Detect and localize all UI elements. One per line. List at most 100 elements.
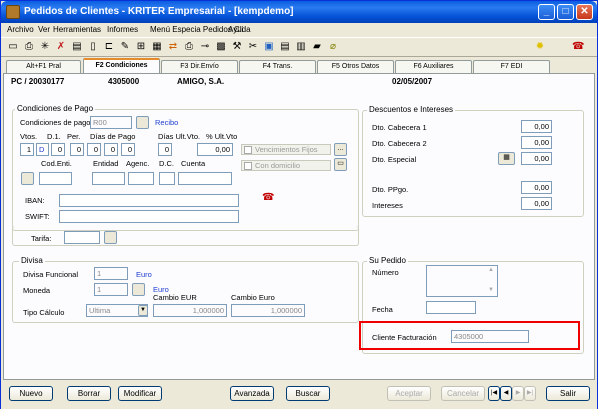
venc-fijos-label: Vencimientos Fijos (255, 145, 318, 154)
bracket-icon[interactable]: ⊏ (103, 41, 115, 53)
delete-icon[interactable]: ✗ (55, 41, 67, 53)
dto-ppgo-field[interactable]: 0,00 (521, 181, 552, 194)
tab-auxiliares[interactable]: F6 Auxiliares (395, 60, 472, 73)
cambio-euro-label: Cambio Euro (231, 293, 275, 302)
dto-cab1-field[interactable]: 0,00 (521, 120, 552, 133)
cond-pago-search-button[interactable] (136, 116, 149, 129)
attach-icon[interactable]: ⌀ (327, 41, 339, 53)
tab-trans[interactable]: F4 Trans. (239, 60, 316, 73)
calendar-icon[interactable]: ▦ (151, 41, 163, 53)
per-field[interactable]: 0 (51, 143, 65, 156)
dias-ult-field[interactable]: 0 (158, 143, 172, 156)
phone-icon[interactable]: ☎ (262, 192, 274, 204)
cuenta-field[interactable] (178, 172, 232, 185)
tree-icon[interactable]: ⊞ (135, 41, 147, 53)
vtos-field[interactable]: 1 (20, 143, 34, 156)
nav-first-button[interactable]: |◀ (488, 386, 500, 401)
iban-field[interactable] (59, 194, 239, 207)
printer-icon[interactable]: ⎙ (183, 41, 195, 53)
sparkle-icon[interactable]: ✳ (39, 41, 51, 53)
divisa-funcional-field[interactable]: 1 (94, 267, 128, 280)
dto-cab2-field[interactable]: 0,00 (521, 136, 552, 149)
paste-icon[interactable]: ▣ (263, 41, 275, 53)
dias-pago-1[interactable]: 0 (70, 143, 84, 156)
aceptar-button[interactable]: Aceptar (387, 386, 431, 401)
cod-enti-field[interactable] (39, 172, 72, 185)
dias-pago-3[interactable]: 0 (104, 143, 118, 156)
maximize-button[interactable]: □ (557, 4, 574, 20)
con-domicilio-checkbox[interactable]: Con domicilio (241, 160, 331, 171)
menu-herramientas[interactable]: Herramientas (53, 25, 101, 34)
agencia-field[interactable] (128, 172, 154, 185)
cambio-euro-field[interactable]: 1,000000 (231, 304, 305, 317)
preview-icon[interactable]: ▭ (7, 41, 19, 53)
dias-pago-2[interactable]: 0 (87, 143, 101, 156)
fecha-field[interactable] (426, 301, 476, 314)
nuevo-button[interactable]: Nuevo (9, 386, 53, 401)
chevron-down-icon[interactable]: ▼ (138, 305, 148, 316)
moneda-search-button[interactable] (132, 283, 145, 296)
order-date: 02/05/2007 (392, 77, 433, 86)
avanzada-button[interactable]: Avanzada (230, 386, 274, 401)
edit-icon[interactable]: ✎ (119, 41, 131, 53)
menu-informes[interactable]: Informes (107, 25, 138, 34)
dto-especial-field[interactable]: 0,00 (521, 152, 552, 165)
scroll-down-icon[interactable]: ▼ (488, 287, 494, 293)
nav-last-button[interactable]: ▶| (524, 386, 536, 401)
tarifa-search-button[interactable] (104, 231, 117, 244)
exit-icon[interactable]: ☎ (572, 41, 584, 53)
close-button[interactable]: ✕ (576, 4, 593, 20)
folder-icon[interactable]: ▰ (311, 41, 323, 53)
nav-prev-button[interactable]: ◀ (500, 386, 512, 401)
dto-especial-label: Dto. Especial (372, 155, 417, 164)
cancelar-button[interactable]: Cancelar (441, 386, 485, 401)
save-icon[interactable]: ▥ (295, 41, 307, 53)
menu-ayuda[interactable]: Ayuda (228, 25, 251, 34)
domicilio-card-button[interactable]: ▭ (334, 158, 347, 171)
transfer-icon[interactable]: ⇄ (167, 41, 179, 53)
nav-next-button[interactable]: ▶ (512, 386, 524, 401)
dias-pago-4[interactable]: 0 (121, 143, 135, 156)
tab-edi[interactable]: F7 EDI (473, 60, 550, 73)
cond-pago-field[interactable]: R00 (90, 116, 132, 129)
col-cuenta: Cuenta (181, 159, 206, 168)
pct-ult-field[interactable]: 0,00 (197, 143, 233, 156)
venc-fijos-checkbox[interactable]: Vencimientos Fijos (241, 144, 331, 155)
dc-field[interactable] (159, 172, 175, 185)
menu-ver[interactable]: Ver (38, 25, 50, 34)
tab-otros-datos[interactable]: F5 Otros Datos (317, 60, 394, 73)
dto-especial-table-icon[interactable]: ▦ (498, 152, 515, 165)
tab-condiciones[interactable]: F2 Condiciones (83, 58, 160, 73)
borrar-button[interactable]: Borrar (67, 386, 111, 401)
tab-principal[interactable]: Alt+F1 Pral (6, 60, 81, 73)
scroll-up-icon[interactable]: ▲ (488, 267, 494, 273)
dto-ppgo-label: Dto. PPgo. (372, 185, 409, 194)
moneda-field[interactable]: 1 (94, 283, 128, 296)
salir-button[interactable]: Salir (546, 386, 590, 401)
bank-search-button[interactable] (21, 172, 34, 185)
copy-icon[interactable]: ▤ (71, 41, 83, 53)
grid-icon[interactable]: ▩ (215, 41, 227, 53)
minimize-button[interactable]: _ (538, 4, 555, 20)
modificar-button[interactable]: Modificar (118, 386, 162, 401)
descuentos-title: Descuentos e Intereses (367, 105, 456, 114)
link-icon[interactable]: ⊸ (199, 41, 211, 53)
print-icon[interactable]: ⎙ (23, 41, 35, 53)
swift-field[interactable] (59, 210, 239, 223)
tools-icon[interactable]: ⚒ (231, 41, 243, 53)
lightbulb-icon[interactable]: ✹ (534, 41, 546, 53)
cambio-eur-label: Cambio EUR (153, 293, 197, 302)
tarifa-field[interactable] (64, 231, 100, 244)
menu-archivo[interactable]: Archivo (7, 25, 34, 34)
book-icon[interactable]: ▤ (279, 41, 291, 53)
document-icon[interactable]: ▯ (87, 41, 99, 53)
cambio-eur-field[interactable]: 1,000000 (153, 304, 227, 317)
d1-field[interactable]: D (36, 143, 49, 156)
intereses-field[interactable]: 0,00 (521, 197, 552, 210)
venc-fijos-button[interactable]: ... (334, 143, 347, 156)
entidad-field[interactable] (92, 172, 125, 185)
col-entidad: Entidad (93, 159, 119, 168)
cut-icon[interactable]: ✂ (247, 41, 259, 53)
buscar-button[interactable]: Buscar (286, 386, 330, 401)
tab-dir-envio[interactable]: F3 Dir.Envío (161, 60, 238, 73)
